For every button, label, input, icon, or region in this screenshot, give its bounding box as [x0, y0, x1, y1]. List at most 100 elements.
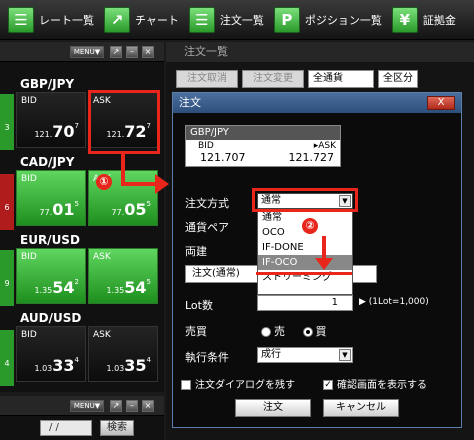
play-icon: ▶ — [359, 297, 369, 307]
type-filter-select[interactable]: 全区分 — [378, 70, 418, 88]
rate-panel-header: MENU▼ ↗ – × — [0, 42, 164, 62]
date-input[interactable]: / / — [40, 420, 92, 436]
pair-name: CAD/JPY — [20, 155, 75, 169]
ask-tile[interactable]: ASK 1.03354 — [88, 326, 158, 382]
rate-small: 77. — [39, 208, 53, 217]
edge-tile-value: 4 — [4, 359, 10, 368]
rate-panel-menu-button[interactable]: MENU▼ — [70, 46, 104, 58]
side-label: 売買 — [185, 325, 207, 338]
toolbar-label: 証拠金 — [422, 13, 456, 27]
bid-label: BID — [21, 96, 37, 106]
toolbar-rate-list-button[interactable]: ☰ レート一覧 — [8, 6, 94, 33]
exec-value: 成行 — [261, 349, 281, 360]
order-submit-button[interactable]: 注文 — [235, 399, 311, 417]
rate-block-eurusd: EUR/USD BID 1.35542 ASK 1.35545 — [16, 232, 162, 304]
rate-pip: 5 — [74, 200, 79, 208]
rate-small: 77. — [111, 208, 125, 217]
rate-big: 70 — [52, 122, 75, 141]
rate-block-cadjpy: CAD/JPY BID 77.015 ASK 77.055 — [16, 154, 162, 226]
bid-tile[interactable]: BID 77.015 — [16, 170, 86, 226]
history-panel-header: MENU▼ ↗ – × — [0, 396, 164, 416]
rate-big: 05 — [124, 200, 147, 219]
highlight-method-select — [252, 188, 358, 212]
currency-pair-label: 通貨ペア — [185, 221, 229, 234]
confirm-label: 確認画面を表示する — [337, 380, 427, 391]
sell-label: 売 — [274, 325, 285, 338]
edge-tile[interactable]: 9 — [0, 250, 14, 306]
toolbar-label: チャート — [135, 13, 179, 27]
dropdown-option-selected[interactable]: IF-OCO — [258, 255, 352, 270]
minimize-icon[interactable]: – — [126, 400, 138, 412]
rate-small: 1.03 — [106, 364, 125, 373]
toolbar-margin-button[interactable]: ¥ 証拠金 — [391, 6, 456, 33]
ask-value: 121.727 — [288, 151, 335, 164]
lot-input[interactable]: 1 — [257, 295, 353, 311]
rate-list-icon: ☰ — [8, 6, 34, 33]
lot-note: ▶ (1Lot=1,000) — [359, 297, 429, 307]
checkbox-icon — [181, 380, 191, 390]
edge-tile[interactable]: 4 — [0, 330, 14, 386]
rate-pip: 5 — [146, 200, 151, 208]
confirm-checkbox[interactable]: ✓ 確認画面を表示する — [323, 376, 427, 391]
rate-pip: 5 — [146, 278, 151, 286]
rate-pip: 7 — [74, 122, 79, 130]
margin-icon: ¥ — [391, 6, 418, 33]
exec-condition-select[interactable]: 成行 ▼ — [257, 347, 353, 363]
close-icon[interactable]: × — [142, 46, 154, 58]
keep-dialog-label: 注文ダイアログを残す — [195, 380, 295, 391]
sell-radio[interactable]: 売 — [261, 325, 285, 338]
dialog-close-button[interactable]: X — [427, 96, 455, 110]
chevron-down-icon: ▼ — [339, 349, 351, 361]
order-change-button[interactable]: 注文変更 — [242, 70, 304, 88]
pin-icon[interactable]: ↗ — [110, 400, 122, 412]
checkbox-checked-icon: ✓ — [323, 380, 333, 390]
edge-tile[interactable]: 6 — [0, 174, 14, 230]
buy-radio[interactable]: 買 — [302, 325, 327, 338]
toolbar-label: ポジション一覧 — [304, 13, 382, 27]
rate-pip: 4 — [74, 356, 79, 364]
close-icon[interactable]: × — [142, 400, 154, 412]
rate-small: 121. — [34, 130, 53, 139]
order-cancel-button[interactable]: 注文取消 — [176, 70, 238, 88]
ask-label: ▸ASK — [313, 141, 336, 151]
radio-icon — [261, 327, 271, 337]
rate-big: 54 — [52, 278, 75, 297]
step-marker-2: ② — [302, 218, 318, 234]
bid-tile[interactable]: BID 121.707 — [16, 92, 86, 148]
order-list-controls: 注文取消 注文変更 全通貨 全区分 — [176, 70, 418, 88]
rate-pip: 2 — [74, 278, 79, 286]
arrow-head-icon — [155, 174, 169, 194]
chart-icon: ↗ — [104, 6, 130, 33]
exec-label: 執行条件 — [185, 351, 229, 364]
edge-tile-value: 9 — [4, 279, 10, 288]
method-label: 注文方式 — [185, 197, 229, 210]
toolbar-chart-button[interactable]: ↗ チャート — [104, 6, 179, 33]
rate-small: 1.35 — [34, 286, 53, 295]
toolbar-order-list-button[interactable]: ☰ 注文一覧 — [188, 6, 264, 33]
history-panel-menu-button[interactable]: MENU▼ — [70, 400, 104, 412]
dialog-title: 注文 — [179, 96, 201, 109]
lot-note-text: (1Lot=1,000) — [368, 297, 429, 307]
toolbar-position-list-button[interactable]: P ポジション一覧 — [273, 6, 382, 33]
bid-label: BID — [21, 330, 37, 340]
dropdown-option[interactable]: IF-DONE — [258, 240, 352, 255]
keep-dialog-checkbox[interactable]: 注文ダイアログを残す — [181, 376, 295, 391]
minimize-icon[interactable]: – — [126, 46, 138, 58]
ask-label: ASK — [93, 252, 111, 262]
order-list-title: 注文一覧 — [166, 42, 474, 62]
ask-tile[interactable]: ASK 1.35545 — [88, 248, 158, 304]
pin-icon[interactable]: ↗ — [110, 46, 122, 58]
bid-tile[interactable]: BID 1.03334 — [16, 326, 86, 382]
bid-tile[interactable]: BID 1.35542 — [16, 248, 86, 304]
rate-small: 1.35 — [106, 286, 125, 295]
currency-filter-select[interactable]: 全通貨 — [308, 70, 374, 88]
position-icon: P — [273, 6, 300, 33]
bid-label: BID — [198, 141, 214, 151]
search-button[interactable]: 検索 — [100, 420, 134, 436]
main-toolbar: ☰ レート一覧 ↗ チャート ☰ 注文一覧 P ポジション一覧 ¥ 証拠金 — [0, 0, 474, 40]
order-cancel-dialog-button[interactable]: キャンセル — [323, 399, 399, 417]
bid-label: BID — [21, 252, 37, 262]
edge-tile[interactable]: 3 — [0, 94, 14, 150]
order-dialog-titlebar: 注文 X — [173, 93, 461, 113]
arrow-head-icon — [315, 258, 333, 270]
